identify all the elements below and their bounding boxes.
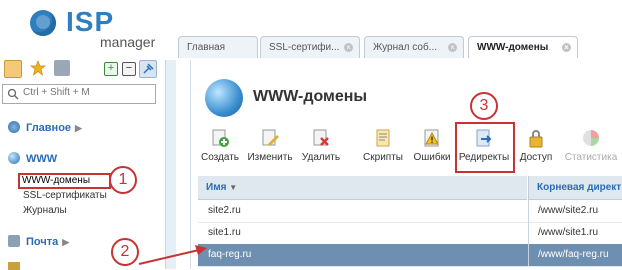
tab-main[interactable]: Главная [178,36,258,58]
cell-name: site1.ru [208,227,241,238]
cell-name: site2.ru [208,205,241,216]
sidebar-section-main[interactable]: Главное ▶ [8,121,82,134]
add-icon [212,129,229,147]
globe-icon [205,79,243,117]
column-header-label: Имя [206,182,227,193]
search-box[interactable] [2,84,156,104]
close-icon[interactable]: × [344,43,353,52]
delete-icon [313,129,329,146]
action-label: Доступ [519,152,553,163]
action-label: Удалить [301,152,341,163]
callout-3: 3 [470,92,498,120]
globe-icon [8,152,20,164]
logo-subtitle: manager [100,34,156,50]
callout-arrow [138,245,207,265]
sidebar: ISP manager + − Главное▶ WWW WWW-домены … [0,0,165,270]
sort-desc-icon: ▼ [229,183,238,192]
table-row[interactable]: site2.ru /www/site2.ru [198,200,622,223]
tab-label: SSL-сертифи... [269,42,340,53]
gear-icon [8,121,20,133]
access-button[interactable]: Доступ [516,128,556,168]
tab-label: WWW-домены [477,42,549,53]
tab-www-domains[interactable]: WWW-домены × [468,36,578,58]
action-label: Создать [200,152,239,163]
table-row[interactable]: site1.ru /www/site1.ru [198,222,622,245]
collapse-all-icon[interactable]: − [122,62,136,76]
action-label: Статистика [564,152,618,163]
table-row-selected[interactable]: faq-reg.ru /www/faq-reg.ru [198,244,622,267]
callout-1: 1 [109,166,137,194]
close-icon[interactable]: × [448,43,457,52]
expand-all-icon[interactable]: + [104,62,118,76]
search-input[interactable] [21,86,155,99]
action-label: Скрипты [363,152,403,163]
tab-events-log[interactable]: Журнал соб... × [364,36,464,58]
chevron-right-icon: ▶ [62,237,70,247]
errors-button[interactable]: Ошибки [410,128,454,168]
script-icon [376,129,390,147]
domains-table: Имя ▼ Корневая директ site2.ru /www/site… [198,176,622,269]
close-icon[interactable]: × [562,43,571,52]
home-icon[interactable] [54,60,70,76]
tree-view-icon[interactable] [4,60,22,78]
page-title: WWW-домены [253,88,368,105]
sidebar-section-label: WWW [26,153,58,165]
search-icon [7,88,19,100]
warning-icon [424,129,439,147]
tab-label: Журнал соб... [373,42,438,53]
mail-icon [8,235,20,247]
cell-root: /www/faq-reg.ru [538,249,609,260]
sidebar-item-logs[interactable]: Журналы [23,205,67,216]
tab-label: Главная [187,42,226,53]
chart-icon [583,130,599,146]
cell-root: /www/site2.ru [538,205,599,216]
sidebar-toolbar: + − [4,60,160,78]
redirects-highlight-box [455,122,515,173]
sidebar-item-www-domains[interactable]: WWW-домены [18,173,111,189]
sidebar-section-label: Главное [26,122,72,134]
column-header-root[interactable]: Корневая директ [528,176,622,200]
sidebar-section-www[interactable]: WWW [8,152,57,165]
sidebar-section-label: Почта [26,236,59,248]
tab-ssl[interactable]: SSL-сертифи... × [260,36,360,58]
column-separator [528,200,529,222]
pin-icon[interactable] [139,60,157,78]
column-separator [528,222,529,244]
lock-icon [529,130,543,148]
scripts-button[interactable]: Скрипты [361,128,405,168]
sidebar-section-mail[interactable]: Почта ▶ [8,235,69,248]
create-button[interactable]: Создать [199,128,241,168]
column-separator [528,244,529,266]
sidebar-divider[interactable] [165,60,176,269]
sidebar-item-ssl-certificates[interactable]: SSL-сертификаты [23,190,107,201]
delete-button[interactable]: Удалить [299,128,343,168]
edit-icon [262,129,279,146]
cell-root: /www/site1.ru [538,227,599,238]
logo-mark [30,10,56,36]
edit-button[interactable]: Изменить [245,128,295,168]
isp-manager-logo[interactable]: ISP manager [30,6,170,50]
statistics-button[interactable]: Статистика [560,128,622,168]
favorites-star-icon[interactable] [29,60,47,76]
tab-bar: Главная SSL-сертифи... × Журнал соб... × W… [178,36,622,60]
column-header-name[interactable]: Имя ▼ [198,176,527,200]
chevron-right-icon: ▶ [75,123,82,133]
cell-name: faq-reg.ru [208,249,252,260]
action-label: Ошибки [413,152,451,163]
action-label: Изменить [247,152,293,163]
